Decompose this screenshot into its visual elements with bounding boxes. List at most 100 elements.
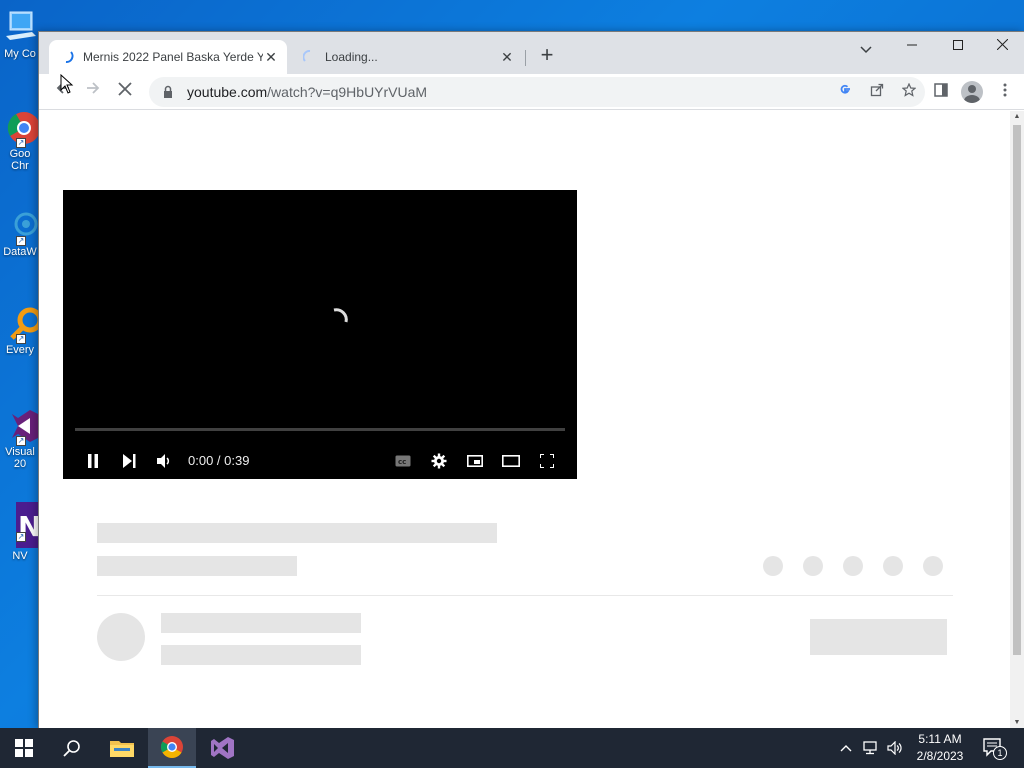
video-time: 0:00 / 0:39 xyxy=(188,453,250,468)
visual-studio-icon xyxy=(211,737,234,759)
url-host: youtube.com xyxy=(187,84,268,100)
desktop-icon-label: Goo Chr xyxy=(9,148,31,172)
shortcut-arrow-icon: ↗ xyxy=(16,236,26,246)
page-viewport: 0:00 / 0:39 cc xyxy=(39,111,1011,729)
pause-button[interactable] xyxy=(81,446,105,476)
address-bar[interactable]: youtube.com/watch?v=q9HbUYrVUaM xyxy=(149,77,925,107)
shortcut-arrow-icon: ↗ xyxy=(16,334,26,344)
action-skeleton xyxy=(803,556,823,576)
subtitles-icon[interactable]: cc xyxy=(391,446,415,476)
tab-close-icon[interactable]: ✕ xyxy=(499,49,515,65)
shortcut-arrow-icon: ↗ xyxy=(16,138,26,148)
taskbar-file-explorer[interactable] xyxy=(98,728,146,768)
desktop-icon-everything[interactable]: ↗ Every xyxy=(0,306,43,356)
desktop-icon-label: DataW xyxy=(3,246,37,258)
video-progress-bar[interactable] xyxy=(75,428,565,431)
google-lens-icon[interactable] xyxy=(829,77,861,107)
tab-separator xyxy=(525,50,526,66)
subscribe-skeleton xyxy=(810,619,947,655)
maximize-button[interactable] xyxy=(935,32,981,60)
desktop-icon-nvda[interactable]: N ↗ NV xyxy=(0,502,41,562)
taskbar-visual-studio[interactable] xyxy=(198,728,246,768)
volume-icon[interactable] xyxy=(153,446,177,476)
action-skeleton xyxy=(883,556,903,576)
lock-icon xyxy=(164,85,172,98)
channel-meta-skeleton xyxy=(161,645,361,665)
menu-kebab-icon[interactable] xyxy=(993,80,1017,104)
loading-spinner-icon xyxy=(303,50,311,62)
network-icon[interactable] xyxy=(860,728,882,768)
taskbar-clock[interactable]: 5:11 AM 2/8/2023 xyxy=(906,731,974,765)
settings-gear-icon[interactable] xyxy=(427,446,451,476)
bookmark-star-icon[interactable] xyxy=(893,77,925,107)
computer-icon xyxy=(2,10,38,46)
url-path: /watch?v=q9HbUYrVUaM xyxy=(267,84,428,100)
windows-logo-icon xyxy=(15,739,33,757)
fullscreen-icon[interactable] xyxy=(535,446,559,476)
action-skeleton xyxy=(843,556,863,576)
chrome-icon xyxy=(161,736,183,758)
tab-close-icon[interactable]: ✕ xyxy=(263,49,279,65)
loading-spinner-icon xyxy=(65,51,74,63)
shortcut-arrow-icon: ↗ xyxy=(16,436,26,446)
clock-date: 2/8/2023 xyxy=(916,749,964,763)
next-button[interactable] xyxy=(117,446,141,476)
visual-studio-icon: ↗ xyxy=(2,408,38,446)
desktop-icon-my-computer[interactable]: My Co xyxy=(0,10,40,60)
chrome-icon: ↗ xyxy=(2,110,40,148)
profile-avatar[interactable] xyxy=(960,80,984,104)
svg-text:cc: cc xyxy=(398,458,406,466)
search-button[interactable] xyxy=(48,728,96,768)
video-loading-spinner-icon xyxy=(333,308,348,323)
subtitle-skeleton xyxy=(97,556,297,576)
datawrangler-icon: ↗ xyxy=(2,208,38,246)
desktop-icon-label: Visual 20 xyxy=(5,446,35,470)
divider xyxy=(97,595,953,596)
scroll-thumb[interactable] xyxy=(1013,125,1021,655)
tab-loading[interactable]: Loading... ✕ xyxy=(291,40,523,74)
tab-title: Mernis 2022 Panel Baska Yerde Y xyxy=(83,50,263,64)
player-controls: 0:00 / 0:39 cc xyxy=(63,446,577,476)
vertical-scrollbar[interactable]: ▲ ▼ xyxy=(1010,111,1024,729)
tab-title: Loading... xyxy=(325,50,378,64)
browser-window: Mernis 2022 Panel Baska Yerde Y ✕ Loadin… xyxy=(38,31,1024,729)
desktop-icon-google-chrome[interactable]: ↗ Goo Chr xyxy=(0,110,40,172)
volume-icon[interactable] xyxy=(884,728,906,768)
tab-search-chevron-icon[interactable] xyxy=(855,38,877,60)
url-text: youtube.com/watch?v=q9HbUYrVUaM xyxy=(187,84,829,100)
miniplayer-icon[interactable] xyxy=(463,446,487,476)
magnifier-icon: ↗ xyxy=(2,306,43,344)
video-player[interactable]: 0:00 / 0:39 cc xyxy=(63,190,577,479)
action-skeleton xyxy=(763,556,783,576)
minimize-button[interactable] xyxy=(889,32,935,60)
desktop-icon-label: Every xyxy=(5,344,35,356)
clock-time: 5:11 AM xyxy=(918,732,962,746)
share-icon[interactable] xyxy=(861,77,893,107)
start-button[interactable] xyxy=(0,728,48,768)
notification-count-badge: 1 xyxy=(993,746,1007,760)
folder-icon xyxy=(110,741,134,757)
search-icon xyxy=(63,740,80,757)
scroll-up-arrow-icon[interactable]: ▲ xyxy=(1010,111,1024,123)
taskbar-chrome[interactable] xyxy=(148,728,196,768)
tab-youtube-video[interactable]: Mernis 2022 Panel Baska Yerde Y ✕ xyxy=(49,40,287,74)
desktop-icon-label: NV xyxy=(12,550,28,562)
desktop-icon-datawrangler[interactable]: ↗ DataW xyxy=(0,208,40,258)
stop-loading-button[interactable] xyxy=(113,80,137,104)
shortcut-arrow-icon: ↗ xyxy=(16,532,26,542)
channel-name-skeleton xyxy=(161,613,361,633)
channel-avatar-skeleton xyxy=(97,613,145,661)
theater-mode-icon[interactable] xyxy=(499,446,523,476)
desktop-icon-visual-studio[interactable]: ↗ Visual 20 xyxy=(0,408,40,470)
tab-strip: Mernis 2022 Panel Baska Yerde Y ✕ Loadin… xyxy=(39,32,1024,74)
side-panel-icon[interactable] xyxy=(929,80,953,104)
action-skeleton xyxy=(923,556,943,576)
browser-toolbar: youtube.com/watch?v=q9HbUYrVUaM xyxy=(39,74,1024,110)
new-tab-button[interactable]: + xyxy=(535,44,559,68)
action-center-button[interactable]: 1 xyxy=(976,728,1012,768)
close-window-button[interactable] xyxy=(979,32,1024,60)
forward-button[interactable] xyxy=(81,80,105,104)
mouse-cursor-icon xyxy=(60,74,74,94)
show-hidden-icons-chevron-icon[interactable] xyxy=(836,728,856,768)
taskbar: 5:11 AM 2/8/2023 1 xyxy=(0,728,1024,768)
